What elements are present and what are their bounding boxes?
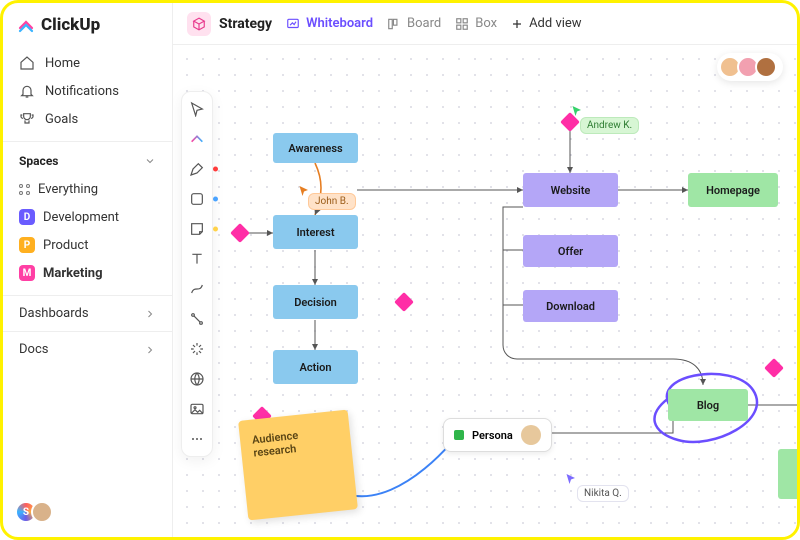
persona-label: Persona	[472, 429, 513, 442]
remote-cursor-icon	[565, 473, 577, 485]
app-name: ClickUp	[41, 15, 100, 35]
whiteboard-canvas[interactable]: Awareness Interest Decision Action Websi…	[173, 45, 797, 537]
add-view-label: Add view	[529, 16, 582, 31]
board-icon	[387, 17, 401, 31]
tool-magic[interactable]	[186, 338, 208, 360]
spaces-header[interactable]: Spaces	[3, 141, 172, 176]
node-action[interactable]: Action	[273, 350, 358, 384]
sidebar-dashboards-label: Dashboards	[19, 306, 89, 321]
tool-web[interactable]	[186, 368, 208, 390]
tab-board[interactable]: Board	[387, 16, 441, 31]
space-development-label: Development	[43, 210, 119, 225]
remote-cursor-icon	[571, 105, 583, 117]
tab-box-label: Box	[475, 16, 497, 31]
tool-image[interactable]	[186, 398, 208, 420]
space-everything[interactable]: Everything	[3, 176, 172, 203]
everything-icon	[19, 184, 30, 195]
user-tag-nikita: Nikita Q.	[577, 485, 629, 502]
plus-icon	[511, 18, 523, 30]
space-everything-label: Everything	[38, 182, 98, 197]
nav-goals[interactable]: Goals	[13, 105, 162, 133]
space-badge: M	[19, 265, 35, 281]
tab-whiteboard-label: Whiteboard	[306, 16, 373, 31]
tool-select[interactable]	[186, 98, 208, 120]
whiteboard-toolbox	[181, 91, 213, 457]
status-square-icon	[454, 430, 464, 440]
sidebar-docs[interactable]: Docs	[3, 331, 172, 367]
node-website[interactable]: Website	[523, 173, 618, 207]
node-homepage[interactable]: Homepage	[688, 173, 778, 207]
sidebar: ClickUp Home Notifications Goals Spaces …	[3, 3, 173, 537]
nav-home[interactable]: Home	[13, 49, 162, 77]
node-decision[interactable]: Decision	[273, 285, 358, 319]
spaces-header-label: Spaces	[19, 154, 58, 168]
tool-connector[interactable]	[186, 278, 208, 300]
sidebar-dashboards[interactable]: Dashboards	[3, 295, 172, 331]
space-development[interactable]: D Development	[3, 203, 172, 231]
persona-card[interactable]: Persona	[443, 418, 552, 452]
node-offer[interactable]: Offer	[523, 235, 618, 267]
space-product-label: Product	[43, 238, 88, 253]
space-marketing-label: Marketing	[43, 266, 103, 281]
tool-clickup[interactable]	[186, 128, 208, 150]
trophy-icon	[19, 111, 35, 127]
space-product[interactable]: P Product	[3, 231, 172, 259]
sidebar-avatars: S	[3, 495, 172, 529]
sticky-note-text: Audience research	[251, 429, 298, 460]
avatar	[521, 425, 541, 445]
space-badge: P	[19, 237, 35, 253]
add-view-button[interactable]: Add view	[511, 16, 582, 31]
nav-home-label: Home	[45, 56, 80, 71]
remote-cursor-icon	[298, 185, 310, 197]
node-blog[interactable]: Blog	[668, 389, 748, 421]
box-icon	[455, 17, 469, 31]
bell-icon	[19, 83, 35, 99]
view-bar: Strategy Whiteboard Board Box Add view	[173, 3, 797, 45]
clickup-logo-icon	[17, 16, 35, 34]
user-tag-john: John B.	[308, 193, 356, 210]
tool-pen[interactable]	[186, 158, 208, 180]
tool-relation[interactable]	[186, 308, 208, 330]
avatar[interactable]	[755, 56, 777, 78]
tool-text[interactable]	[186, 248, 208, 270]
chevron-right-icon	[144, 308, 156, 320]
collaborator-avatars[interactable]	[717, 53, 783, 81]
app-logo: ClickUp	[3, 15, 172, 49]
space-badge: D	[19, 209, 35, 225]
chevron-down-icon	[144, 155, 156, 167]
node-partial[interactable]	[778, 449, 797, 499]
avatar[interactable]	[31, 501, 53, 523]
tool-more[interactable]	[186, 428, 208, 450]
sticky-note[interactable]: Audience research	[238, 410, 358, 521]
tab-box[interactable]: Box	[455, 16, 497, 31]
chevron-right-icon	[144, 344, 156, 356]
space-marketing[interactable]: M Marketing	[3, 259, 172, 287]
sidebar-docs-label: Docs	[19, 342, 48, 357]
node-interest[interactable]: Interest	[273, 215, 358, 249]
tool-sticky[interactable]	[186, 218, 208, 240]
node-awareness[interactable]: Awareness	[273, 133, 358, 163]
nav-goals-label: Goals	[45, 112, 78, 127]
home-icon	[19, 55, 35, 71]
cube-icon	[187, 12, 211, 36]
main: Strategy Whiteboard Board Box Add view	[173, 3, 797, 537]
nav-notifications[interactable]: Notifications	[13, 77, 162, 105]
project-chip[interactable]: Strategy	[187, 12, 272, 36]
tool-shape[interactable]	[186, 188, 208, 210]
user-tag-andrew: Andrew K.	[580, 117, 639, 134]
project-name: Strategy	[219, 16, 272, 32]
nav-notifications-label: Notifications	[45, 84, 119, 99]
whiteboard-icon	[286, 17, 300, 31]
tab-board-label: Board	[407, 16, 441, 31]
node-download[interactable]: Download	[523, 290, 618, 322]
tab-whiteboard[interactable]: Whiteboard	[286, 16, 373, 31]
